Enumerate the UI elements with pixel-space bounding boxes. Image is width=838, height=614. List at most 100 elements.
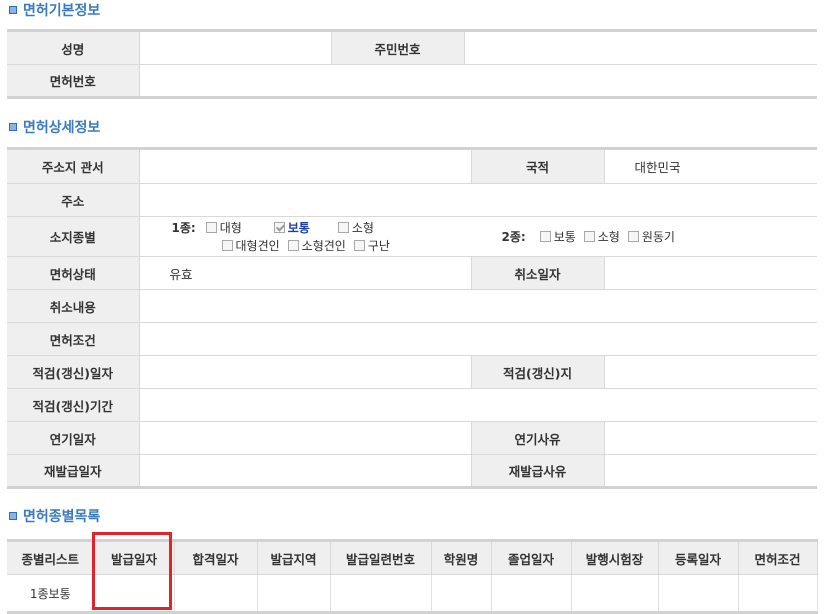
detail-info-table: 주소지 관서 국적 대한민국 주소 소지종별 1종: 대형 보통 소형 대형견인… bbox=[7, 147, 817, 489]
class2-group: 2종: 보통 소형 원동기 bbox=[502, 228, 685, 246]
table-cell bbox=[737, 574, 818, 614]
checkbox-class1-normal[interactable]: 보통 bbox=[273, 220, 310, 237]
table-cell bbox=[490, 574, 572, 614]
basic-info-table: 성명 주민번호 면허번호 bbox=[7, 29, 817, 99]
value-address bbox=[138, 183, 817, 217]
option-label: 소형 bbox=[351, 221, 374, 235]
col-header: 발급일자 bbox=[93, 539, 175, 575]
checkbox-icon bbox=[353, 240, 365, 251]
table-cell: 1종보통 bbox=[7, 574, 95, 614]
table-cell bbox=[657, 574, 739, 614]
value-status: 유효 bbox=[138, 256, 472, 290]
col-header: 졸업일자 bbox=[490, 539, 572, 575]
label-postpone-reason: 연기사유 bbox=[470, 421, 605, 455]
col-header: 발행시험장 bbox=[570, 539, 659, 575]
table-cell bbox=[93, 574, 175, 614]
label-cancel-content: 취소내용 bbox=[7, 289, 140, 323]
square-bullet-icon bbox=[9, 123, 17, 131]
value-inspect-period bbox=[138, 388, 817, 422]
value-office bbox=[138, 147, 472, 184]
label-office: 주소지 관서 bbox=[7, 147, 140, 184]
value-name bbox=[138, 29, 332, 65]
checkbox-icon bbox=[337, 222, 349, 233]
col-header: 면허조건 bbox=[737, 539, 818, 575]
col-header: 학원명 bbox=[430, 539, 492, 575]
class1-group-row2: 대형견인 소형견인 구난 bbox=[221, 237, 400, 255]
square-bullet-icon bbox=[9, 6, 17, 14]
label-postpone-date: 연기일자 bbox=[7, 421, 140, 455]
checkbox-icon bbox=[205, 222, 217, 233]
option-label: 소형견인 bbox=[301, 239, 346, 253]
option-label: 보통 bbox=[287, 221, 310, 235]
option-label: 대형 bbox=[219, 221, 242, 235]
value-cancel-content bbox=[138, 289, 817, 323]
col-header: 종별리스트 bbox=[7, 539, 95, 575]
section-title-text: 면허종별목록 bbox=[23, 509, 101, 525]
label-inspect-place: 적검(갱신)지 bbox=[470, 355, 605, 389]
checkbox-class1-large[interactable]: 대형 bbox=[205, 220, 242, 237]
checkbox-checked-icon bbox=[273, 222, 285, 233]
table-cell bbox=[173, 574, 258, 614]
table-cell bbox=[256, 574, 331, 614]
option-label: 구난 bbox=[367, 239, 390, 253]
col-header: 발급일련번호 bbox=[329, 539, 432, 575]
checkbox-icon bbox=[627, 231, 639, 242]
table-cell bbox=[430, 574, 492, 614]
label-inspect-date: 적검(갱신)일자 bbox=[7, 355, 140, 389]
label-nation: 국적 bbox=[470, 147, 605, 184]
value-cancel-date bbox=[603, 256, 817, 290]
checkbox-class1-small-tow[interactable]: 소형견인 bbox=[287, 238, 346, 255]
label-license-no: 면허번호 bbox=[7, 64, 140, 99]
col-header: 등록일자 bbox=[657, 539, 739, 575]
value-reissue-reason bbox=[603, 454, 817, 489]
label-name: 성명 bbox=[7, 29, 140, 65]
square-bullet-icon bbox=[9, 512, 17, 520]
value-condition bbox=[138, 322, 817, 356]
section-title-classes: 면허종별목록 bbox=[9, 507, 100, 527]
table-cell bbox=[570, 574, 659, 614]
label-reissue-date: 재발급일자 bbox=[7, 454, 140, 489]
option-label: 원동기 bbox=[641, 230, 675, 244]
table-cell bbox=[329, 574, 432, 614]
option-label: 보통 bbox=[553, 230, 576, 244]
option-label: 대형견인 bbox=[235, 239, 280, 253]
class-list-header: 종별리스트 발급일자 합격일자 발급지역 발급일련번호 학원명 졸업일자 발행시… bbox=[7, 539, 818, 575]
checkbox-class1-wrecker[interactable]: 구난 bbox=[353, 238, 390, 255]
checkbox-icon bbox=[539, 231, 551, 242]
checkbox-class2-moped[interactable]: 원동기 bbox=[627, 229, 675, 246]
checkbox-class2-normal[interactable]: 보통 bbox=[539, 229, 576, 246]
class-options-cell: 1종: 대형 보통 소형 대형견인 소형견인 구난 2종: 보통 소형 원동기 bbox=[138, 216, 817, 257]
col-header: 합격일자 bbox=[173, 539, 258, 575]
label-reissue-reason: 재발급사유 bbox=[470, 454, 605, 489]
checkbox-icon bbox=[287, 240, 299, 251]
label-address: 주소 bbox=[7, 183, 140, 217]
value-postpone-reason bbox=[603, 421, 817, 455]
option-label: 소형 bbox=[597, 230, 620, 244]
label-status: 면허상태 bbox=[7, 256, 140, 290]
checkbox-class2-small[interactable]: 소형 bbox=[583, 229, 620, 246]
class-list-table: 종별리스트 발급일자 합격일자 발급지역 발급일련번호 학원명 졸업일자 발행시… bbox=[7, 539, 818, 614]
label-cancel-date: 취소일자 bbox=[470, 256, 605, 290]
checkbox-icon bbox=[221, 240, 233, 251]
value-nation: 대한민국 bbox=[603, 147, 817, 184]
section-title-basic: 면허기본정보 bbox=[9, 1, 100, 21]
section-title-detail: 면허상세정보 bbox=[9, 118, 100, 138]
col-header: 발급지역 bbox=[256, 539, 331, 575]
class1-label: 1종: bbox=[171, 221, 196, 235]
value-rrn bbox=[463, 29, 817, 65]
class1-group: 1종: 대형 보통 소형 bbox=[172, 219, 384, 237]
section-title-text: 면허기본정보 bbox=[23, 3, 101, 19]
checkbox-class1-small[interactable]: 소형 bbox=[337, 220, 374, 237]
table-row[interactable]: 1종보통 bbox=[7, 574, 818, 614]
class2-label: 2종: bbox=[501, 230, 526, 244]
value-inspect-place bbox=[603, 355, 817, 389]
value-reissue-date bbox=[138, 454, 472, 489]
checkbox-class1-large-tow[interactable]: 대형견인 bbox=[221, 238, 280, 255]
section-title-text: 면허상세정보 bbox=[23, 120, 101, 136]
checkbox-icon bbox=[583, 231, 595, 242]
value-postpone-date bbox=[138, 421, 472, 455]
value-inspect-date bbox=[138, 355, 472, 389]
label-inspect-period: 적검(갱신)기간 bbox=[7, 388, 140, 422]
label-condition: 면허조건 bbox=[7, 322, 140, 356]
value-license-no bbox=[138, 64, 817, 99]
